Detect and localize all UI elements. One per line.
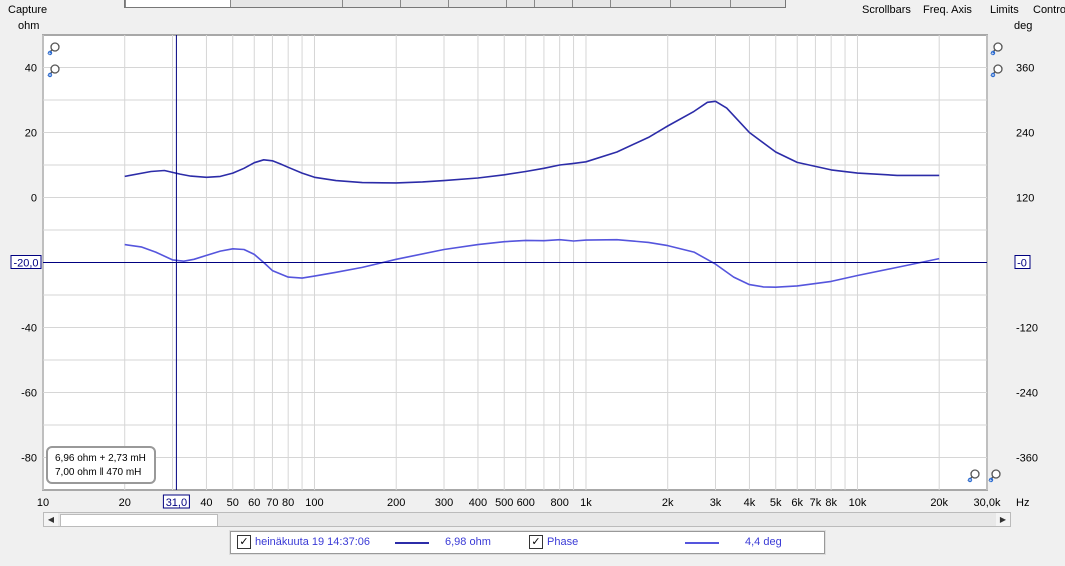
y-right-tick-label: -240 xyxy=(1016,388,1038,400)
impedance-chart[interactable]: 10 20 40 50 60 70 80 100 200 300 400 500 600 800 1k 2k 3… xyxy=(0,0,1065,512)
svg-text:+: + xyxy=(48,51,51,56)
cursor-readout-box: 6,96 ohm + 2,73 mH 7,00 ohm ‖ 470 mH xyxy=(46,446,156,484)
y-left-tick-label: 0 xyxy=(31,193,37,205)
x-tick-label: 400 xyxy=(469,497,487,509)
x-tick-label: 20k xyxy=(930,497,948,509)
phase-swatch xyxy=(685,542,719,544)
y-left-tick-label: 40 xyxy=(25,63,37,75)
x-tick-label: 30,0k xyxy=(974,497,1001,509)
x-tick-label: 70 xyxy=(266,497,278,509)
y-right-tick-label: 240 xyxy=(1016,128,1034,140)
trace-value: 6,98 ohm xyxy=(445,536,491,548)
x-tick-label: 10 xyxy=(37,497,49,509)
phase-visible-checkbox[interactable]: ✓ xyxy=(529,535,543,549)
scroll-left-icon[interactable]: ◀ xyxy=(44,513,58,526)
x-tick-label: 50 xyxy=(227,497,239,509)
zoom-out-x-icon[interactable] xyxy=(967,468,981,483)
x-tick-label: 500 xyxy=(495,497,513,509)
x-tick-label: 10k xyxy=(849,497,867,509)
y-right-tick-label: -120 xyxy=(1016,323,1038,335)
trace-name: heinäkuuta 19 14:37:06 xyxy=(255,536,370,548)
y-right-tick-label: 120 xyxy=(1016,193,1034,205)
y-right-tick-label: 360 xyxy=(1016,63,1034,75)
scrollbar-thumb[interactable] xyxy=(60,514,218,527)
cursor-y-left-label: -20,0 xyxy=(13,258,38,270)
x-tick-label: 60 xyxy=(248,497,260,509)
y-left-tick-label: 20 xyxy=(25,128,37,140)
x-tick-label: 800 xyxy=(550,497,568,509)
x-axis-unit: Hz xyxy=(1016,497,1029,509)
legend-bar: ✓ heinäkuuta 19 14:37:06 6,98 ohm ✓ Phas… xyxy=(230,531,825,554)
x-tick-label: 2k xyxy=(662,497,674,509)
x-tick-label: 300 xyxy=(435,497,453,509)
x-tick-label: 100 xyxy=(305,497,323,509)
y-left-tick-label: -60 xyxy=(21,388,37,400)
cursor-y-right-label: -0 xyxy=(1017,258,1027,270)
zoom-out-y-left-icon[interactable] xyxy=(47,63,61,78)
x-tick-label: 7k xyxy=(810,497,822,509)
x-tick-label: 6k xyxy=(791,497,803,509)
scroll-right-icon[interactable]: ▶ xyxy=(996,513,1010,526)
x-tick-label: 5k xyxy=(770,497,782,509)
x-tick-label: 4k xyxy=(744,497,756,509)
x-tick-label: 20 xyxy=(119,497,131,509)
svg-text:+: + xyxy=(989,478,992,483)
zoom-in-x-icon[interactable]: + xyxy=(988,468,1002,484)
x-tick-label: 40 xyxy=(200,497,212,509)
zoom-in-y-left-icon[interactable]: + xyxy=(47,41,61,57)
x-tick-label: 600 xyxy=(517,497,535,509)
trace-swatch xyxy=(395,542,429,544)
x-tick-label: 1k xyxy=(580,497,592,509)
cursor-x-label: 31,0 xyxy=(166,497,187,509)
svg-text:+: + xyxy=(991,51,994,56)
readout-series: 6,96 ohm + 2,73 mH xyxy=(55,453,146,464)
x-tick-label: 200 xyxy=(387,497,405,509)
x-tick-label: 80 xyxy=(282,497,294,509)
readout-parallel: 7,00 ohm ‖ 470 mH xyxy=(55,467,142,478)
y-left-tick-label: -80 xyxy=(21,453,37,465)
trace-visible-checkbox[interactable]: ✓ xyxy=(237,535,251,549)
x-tick-label: 3k xyxy=(710,497,722,509)
zoom-out-y-right-icon[interactable] xyxy=(990,63,1004,78)
phase-value: 4,4 deg xyxy=(745,536,782,548)
x-tick-label: 8k xyxy=(825,497,837,509)
phase-label: Phase xyxy=(547,536,579,548)
horizontal-scrollbar[interactable]: ◀ ▶ xyxy=(43,512,1011,527)
zoom-in-y-right-icon[interactable]: + xyxy=(990,41,1004,57)
y-right-tick-label: -360 xyxy=(1016,453,1038,465)
y-left-tick-label: -40 xyxy=(21,323,37,335)
